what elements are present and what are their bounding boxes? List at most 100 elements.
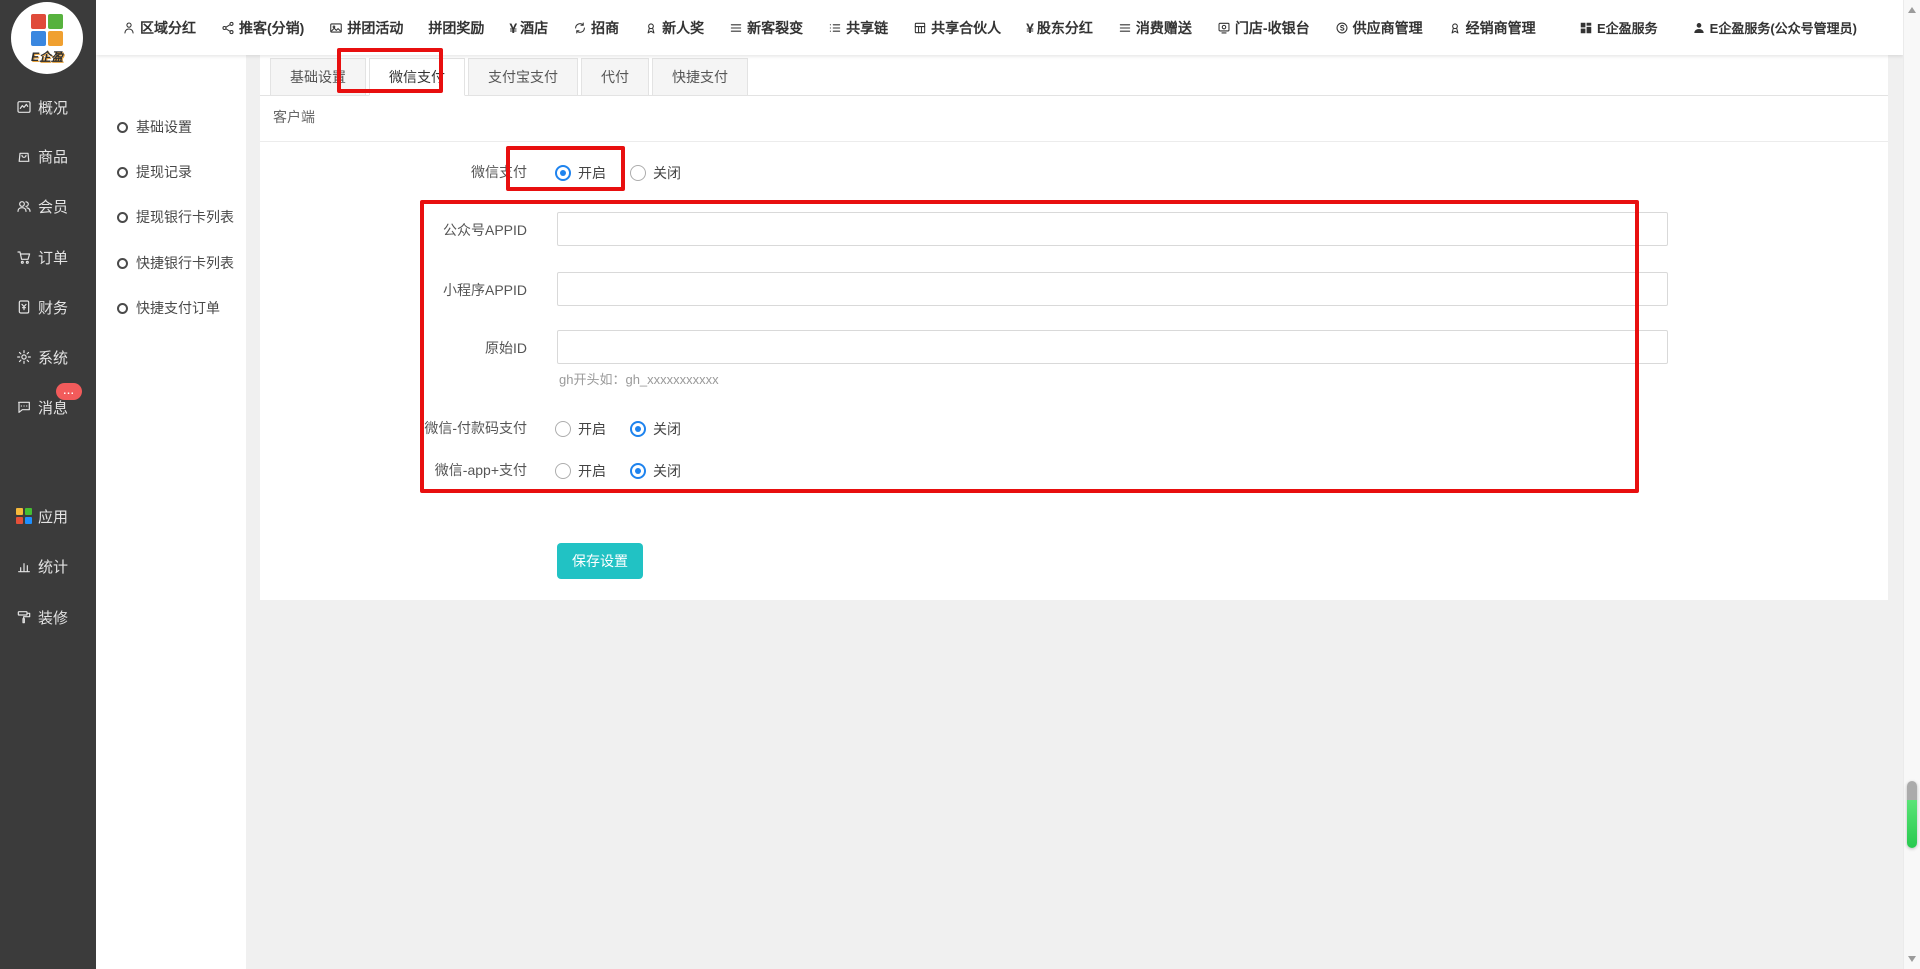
tab-wechat-pay[interactable]: 微信支付 xyxy=(369,58,465,96)
yen-icon: ¥ xyxy=(509,20,517,36)
appid-input[interactable] xyxy=(557,212,1668,246)
sidebar-item-stats[interactable]: 统计 xyxy=(0,554,96,578)
nav-item-hotel[interactable]: ¥ 酒店 xyxy=(509,18,548,38)
nav-item-group-reward[interactable]: 拼团奖励 xyxy=(428,18,484,38)
nav-label: 股东分红 xyxy=(1037,18,1093,38)
radio-label: 开启 xyxy=(578,419,606,439)
section-divider xyxy=(260,141,1888,142)
nav-item-group-activity[interactable]: 拼团活动 xyxy=(329,18,403,38)
members-icon xyxy=(16,198,32,214)
nav-label: 消费赠送 xyxy=(1136,18,1192,38)
nav-item-newcomer-award[interactable]: 新人奖 xyxy=(644,18,704,38)
yen-icon: ¥ xyxy=(1026,20,1034,36)
tab-proxy-pay[interactable]: 代付 xyxy=(581,58,649,96)
save-settings-button[interactable]: 保存设置 xyxy=(557,543,643,579)
app-pay-off-option[interactable]: 关闭 xyxy=(630,461,681,481)
section-title-client: 客户端 xyxy=(273,107,315,127)
scrollbar-thumb[interactable] xyxy=(1907,781,1917,848)
nav-item-share-partner[interactable]: 共享合伙人 xyxy=(913,18,1001,38)
radio-label: 关闭 xyxy=(653,419,681,439)
nav-item-store-cashier[interactable]: 门店-收银台 xyxy=(1217,18,1310,38)
submenu-label: 快捷支付订单 xyxy=(136,298,220,318)
radio-unselected-icon[interactable] xyxy=(630,165,646,181)
circle-icon xyxy=(117,122,128,133)
sidebar-item-messages[interactable]: 消息 xyxy=(0,395,96,419)
submenu-item-withdraw-bankcards[interactable]: 提现银行卡列表 xyxy=(96,205,246,229)
account-menu[interactable]: E企盈服务(公众号管理员) xyxy=(1692,18,1857,37)
nav-label: 拼团活动 xyxy=(347,18,403,38)
nav-item-region-dividend[interactable]: 区域分红 xyxy=(122,18,196,38)
nav-label: 区域分红 xyxy=(140,18,196,38)
nav-item-consume-gift[interactable]: 消费赠送 xyxy=(1118,18,1192,38)
sidebar-item-apps[interactable]: 应用 xyxy=(0,504,96,528)
tab-quick-pay[interactable]: 快捷支付 xyxy=(652,58,748,96)
sidebar-item-label: 订单 xyxy=(38,247,68,268)
sidebar-item-label: 概况 xyxy=(38,97,68,118)
finance-submenu: 基础设置 提现记录 提现银行卡列表 快捷银行卡列表 快捷支付订单 xyxy=(96,55,246,969)
code-pay-off-option[interactable]: 关闭 xyxy=(630,419,681,439)
app-pay-radio-group: 开启 关闭 xyxy=(555,461,705,481)
sidebar-item-label: 装修 xyxy=(38,607,68,628)
award-icon xyxy=(644,21,658,35)
radio-unselected-icon[interactable] xyxy=(555,463,571,479)
original-id-input[interactable] xyxy=(557,330,1668,364)
circle-icon xyxy=(117,258,128,269)
original-id-hint: gh开头如：gh_xxxxxxxxxxx xyxy=(559,369,719,388)
wechat-pay-off-option[interactable]: 关闭 xyxy=(630,163,681,183)
paint-roller-icon xyxy=(16,609,32,625)
sidebar-item-orders[interactable]: 订单 xyxy=(0,245,96,269)
nav-label: 拼团奖励 xyxy=(428,18,484,38)
image-icon xyxy=(329,21,343,35)
sidebar-item-system[interactable]: 系统 xyxy=(0,345,96,369)
circle-icon xyxy=(117,303,128,314)
bar-chart-icon xyxy=(16,558,32,574)
tab-alipay[interactable]: 支付宝支付 xyxy=(468,58,578,96)
shopping-bag-icon xyxy=(16,148,32,164)
gear-icon xyxy=(16,349,32,365)
register-icon xyxy=(1217,21,1231,35)
chat-bubble-icon xyxy=(16,399,32,415)
nav-item-investment[interactable]: 招商 xyxy=(573,18,619,38)
nav-item-supplier[interactable]: 供应商管理 xyxy=(1335,18,1423,38)
sidebar-item-goods[interactable]: 商品 xyxy=(0,144,96,168)
sidebar-item-decorate[interactable]: 装修 xyxy=(0,605,96,629)
nav-label: 推客(分销) xyxy=(239,18,304,38)
nav-label: 经销商管理 xyxy=(1466,18,1536,38)
award-icon xyxy=(1448,21,1462,35)
submenu-item-withdraw-records[interactable]: 提现记录 xyxy=(96,160,246,184)
radio-selected-icon[interactable] xyxy=(555,165,571,181)
sidebar-item-members[interactable]: 会员 xyxy=(0,194,96,218)
submenu-item-quick-pay-orders[interactable]: 快捷支付订单 xyxy=(96,296,246,320)
submenu-item-basic-settings[interactable]: 基础设置 xyxy=(96,115,246,139)
menu-lines-icon xyxy=(1118,21,1132,35)
mini-appid-input[interactable] xyxy=(557,272,1668,306)
tab-basic-settings[interactable]: 基础设置 xyxy=(270,58,366,96)
sidebar-item-finance[interactable]: 财务 xyxy=(0,295,96,319)
code-pay-on-option[interactable]: 开启 xyxy=(555,419,606,439)
submenu-item-quick-bankcards[interactable]: 快捷银行卡列表 xyxy=(96,251,246,275)
vertical-scrollbar[interactable] xyxy=(1903,0,1920,969)
nav-item-shareholder[interactable]: ¥ 股东分红 xyxy=(1026,18,1093,38)
nav-item-dealer[interactable]: 经销商管理 xyxy=(1448,18,1536,38)
logo-text: E企盈 xyxy=(31,48,63,65)
scroll-down-arrow-icon[interactable] xyxy=(1908,956,1916,962)
radio-selected-icon[interactable] xyxy=(630,463,646,479)
finance-book-icon xyxy=(16,299,32,315)
app-logo[interactable]: E企盈 xyxy=(11,2,83,74)
payment-tabbar: 基础设置 微信支付 支付宝支付 代付 快捷支付 xyxy=(260,57,1888,96)
logo-mark-icon xyxy=(31,14,63,46)
nav-item-share-chain[interactable]: 共享链 xyxy=(828,18,888,38)
radio-selected-icon[interactable] xyxy=(630,421,646,437)
sidebar-item-overview[interactable]: 概况 xyxy=(0,95,96,119)
nav-item-new-customer[interactable]: 新客裂变 xyxy=(729,18,803,38)
nav-item-promoter[interactable]: 推客(分销) xyxy=(221,18,304,38)
app-pay-on-option[interactable]: 开启 xyxy=(555,461,606,481)
nav-label: 招商 xyxy=(591,18,619,38)
nav-label: 共享合伙人 xyxy=(931,18,1001,38)
service-link[interactable]: E企盈服务 xyxy=(1579,18,1658,37)
radio-unselected-icon[interactable] xyxy=(555,421,571,437)
grid-icon xyxy=(1579,21,1593,35)
scroll-up-arrow-icon[interactable] xyxy=(1908,7,1916,13)
settings-panel: 基础设置 微信支付 支付宝支付 代付 快捷支付 客户端 微信支付 开启 关闭 公… xyxy=(260,55,1888,600)
wechat-pay-on-option[interactable]: 开启 xyxy=(555,163,606,183)
